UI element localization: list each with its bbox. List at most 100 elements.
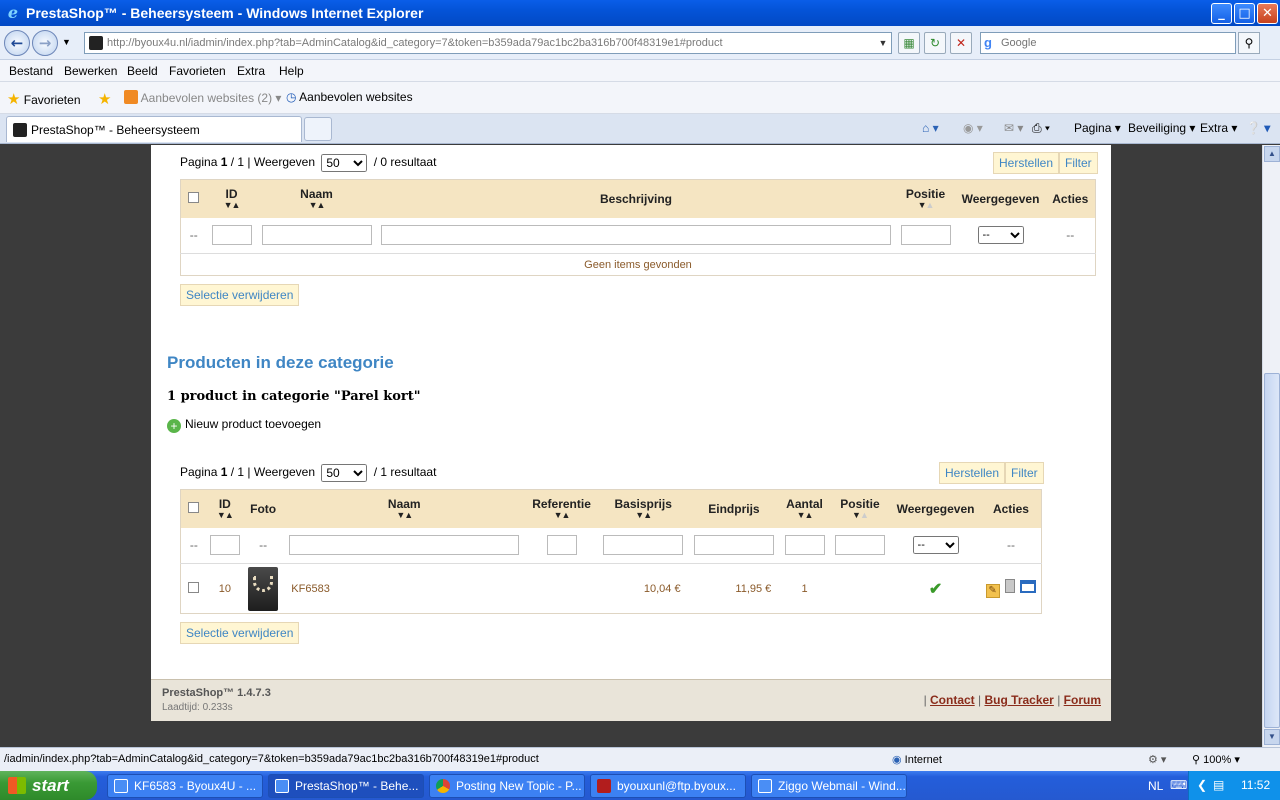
menu-bestand[interactable]: Bestand xyxy=(9,64,53,78)
search-input[interactable] xyxy=(1001,35,1231,51)
menu-help[interactable]: Help xyxy=(279,64,304,78)
top-delete-selection-button[interactable]: Selectie verwijderen xyxy=(180,284,300,306)
product-filter-button[interactable]: Filter xyxy=(1005,462,1044,484)
scroll-thumb[interactable] xyxy=(1264,373,1280,728)
filter-position-input[interactable] xyxy=(834,535,885,556)
add-favorite-button[interactable]: ★ xyxy=(98,90,111,108)
new-tab-button[interactable] xyxy=(304,117,332,141)
sort-arrows-icon[interactable]: ▼▲ xyxy=(783,511,825,520)
menu-extra[interactable]: Extra xyxy=(237,64,265,78)
recommended-sites-button[interactable]: Aanbevolen websites (2) ▾ xyxy=(124,90,281,105)
filter-name-input[interactable] xyxy=(261,225,372,246)
page-menu[interactable]: Pagina ▾ xyxy=(1074,121,1121,135)
help-icon[interactable]: ❔ ▾ xyxy=(1246,121,1270,135)
top-reset-button[interactable]: Herstellen xyxy=(993,152,1060,174)
bug-tracker-link[interactable]: Bug Tracker xyxy=(984,693,1053,707)
product-per-page-select[interactable]: 50 xyxy=(321,464,368,482)
sort-arrows-icon[interactable]: ▼▲ xyxy=(211,511,239,520)
search-button[interactable]: ⚲ xyxy=(1238,32,1260,54)
footer-links: | Contact | Bug Tracker | Forum xyxy=(923,693,1101,707)
taskbar-item-active[interactable]: PrestaShop™ - Behe... xyxy=(268,774,424,798)
protected-mode-icon[interactable]: ⚙ ▾ xyxy=(1148,753,1166,766)
filter-name-input[interactable] xyxy=(289,535,520,556)
keyboard-icon[interactable]: ⌨ xyxy=(1170,778,1187,792)
col-actions: Acties xyxy=(992,501,1029,516)
delete-icon[interactable] xyxy=(1004,579,1015,593)
filter-shown-select[interactable]: -- xyxy=(912,536,959,555)
top-filter-button[interactable]: Filter xyxy=(1059,152,1098,174)
row-base-price: 10,04 € xyxy=(643,582,681,595)
table-row[interactable]: 10 KF6583 10,04 € 11,95 € 1 ✔ ✎ xyxy=(181,564,1042,614)
product-reset-button[interactable]: Herstellen xyxy=(939,462,1006,484)
menu-beeld[interactable]: Beeld xyxy=(127,64,158,78)
vertical-scrollbar[interactable]: ▲ ▼ xyxy=(1262,145,1280,747)
filter-shown-select[interactable]: -- xyxy=(977,226,1024,245)
product-select-all-checkbox[interactable] xyxy=(188,501,200,513)
filter-dash: -- xyxy=(180,217,207,254)
home-icon[interactable]: ⌂ ▾ xyxy=(922,121,939,135)
sort-arrows-icon[interactable]: ▼▲ xyxy=(261,201,373,210)
sort-arrows-icon[interactable]: ▼▲ xyxy=(602,511,685,520)
filter-quantity-input[interactable] xyxy=(784,535,825,556)
sort-arrows-icon[interactable]: ▼▲ xyxy=(529,511,594,520)
print-icon[interactable]: ⎙ ▾ xyxy=(1032,121,1050,136)
sort-arrows-icon[interactable]: ▼▲ xyxy=(287,511,521,520)
favorites-button[interactable]: ★ Favorieten xyxy=(7,90,81,108)
taskbar-item[interactable]: Ziggo Webmail - Wind... xyxy=(751,774,907,798)
col-position: Positie xyxy=(905,187,946,202)
minimize-button[interactable]: _ xyxy=(1211,3,1232,24)
edit-icon[interactable]: ✎ xyxy=(985,584,1000,598)
taskbar-item[interactable]: Posting New Topic - P... xyxy=(429,774,585,798)
zoom-control[interactable]: ⚲ 100% ▾ xyxy=(1192,753,1240,766)
product-delete-selection-button[interactable]: Selectie verwijderen xyxy=(180,622,300,644)
menu-favorieten[interactable]: Favorieten xyxy=(169,64,226,78)
contact-link[interactable]: Contact xyxy=(930,693,975,707)
sort-arrows-icon[interactable]: ▼▲ xyxy=(834,511,886,520)
language-indicator[interactable]: NL xyxy=(1148,779,1163,793)
start-button[interactable]: start xyxy=(0,771,97,800)
duplicate-icon[interactable] xyxy=(1020,580,1037,593)
tab-label: PrestaShop™ - Beheersysteem xyxy=(31,123,200,137)
top-per-page-select[interactable]: 50 xyxy=(321,154,368,172)
maximize-button[interactable]: □ xyxy=(1234,3,1255,24)
security-menu[interactable]: Beveiliging ▾ xyxy=(1128,121,1195,135)
forward-button[interactable]: → xyxy=(32,30,58,56)
filter-id-input[interactable] xyxy=(211,225,252,246)
favorites-label: Favorieten xyxy=(23,93,81,107)
address-dropdown-icon[interactable]: ▼ xyxy=(875,33,891,53)
filter-description-input[interactable] xyxy=(381,225,891,246)
filter-final-price-input[interactable] xyxy=(693,535,774,556)
compatibility-icon[interactable]: ▦ xyxy=(898,32,920,54)
filter-base-price-input[interactable] xyxy=(603,535,684,556)
scroll-down-icon[interactable]: ▼ xyxy=(1264,729,1280,745)
enabled-check-icon[interactable]: ✔ xyxy=(890,564,981,614)
filter-position-input[interactable] xyxy=(900,225,951,246)
address-field[interactable]: http://byoux4u.nl/iadmin/index.php?tab=A… xyxy=(84,32,892,54)
filter-reference-input[interactable] xyxy=(546,535,577,556)
sort-arrows-icon[interactable]: ▼▲ xyxy=(211,201,253,210)
top-select-all-checkbox[interactable] xyxy=(188,191,200,203)
add-product-link[interactable]: + Nieuw product toevoegen xyxy=(167,417,321,433)
recommended-sites-link[interactable]: ◷ Aanbevolen websites xyxy=(286,90,413,104)
stop-icon[interactable]: ✕ xyxy=(950,32,972,54)
network-icon[interactable]: ▤ xyxy=(1213,778,1224,792)
tab-prestashop[interactable]: PrestaShop™ - Beheersysteem xyxy=(6,116,302,142)
forum-link[interactable]: Forum xyxy=(1064,693,1101,707)
mail-icon[interactable]: ✉ ▾ xyxy=(1004,121,1023,135)
history-dropdown-icon[interactable]: ▼ xyxy=(62,37,71,47)
taskbar-item[interactable]: byouxunl@ftp.byoux... xyxy=(590,774,746,798)
extra-menu[interactable]: Extra ▾ xyxy=(1200,121,1237,135)
menu-bewerken[interactable]: Bewerken xyxy=(64,64,117,78)
close-button[interactable]: ✕ xyxy=(1257,3,1278,24)
back-button[interactable]: ← xyxy=(4,30,30,56)
feeds-icon[interactable]: ◉ ▾ xyxy=(963,121,983,135)
filter-id-input[interactable] xyxy=(209,535,240,556)
row-checkbox[interactable] xyxy=(188,581,200,593)
sort-arrows-icon[interactable]: ▼▲ xyxy=(900,201,952,210)
refresh-icon[interactable]: ↻ xyxy=(924,32,946,54)
ie-task-icon xyxy=(275,779,289,793)
tray-expand-icon[interactable]: ❮ xyxy=(1197,778,1207,792)
taskbar-item[interactable]: KF6583 - Byoux4U - ... xyxy=(107,774,263,798)
scroll-up-icon[interactable]: ▲ xyxy=(1264,146,1280,162)
search-box[interactable]: g xyxy=(980,32,1236,54)
